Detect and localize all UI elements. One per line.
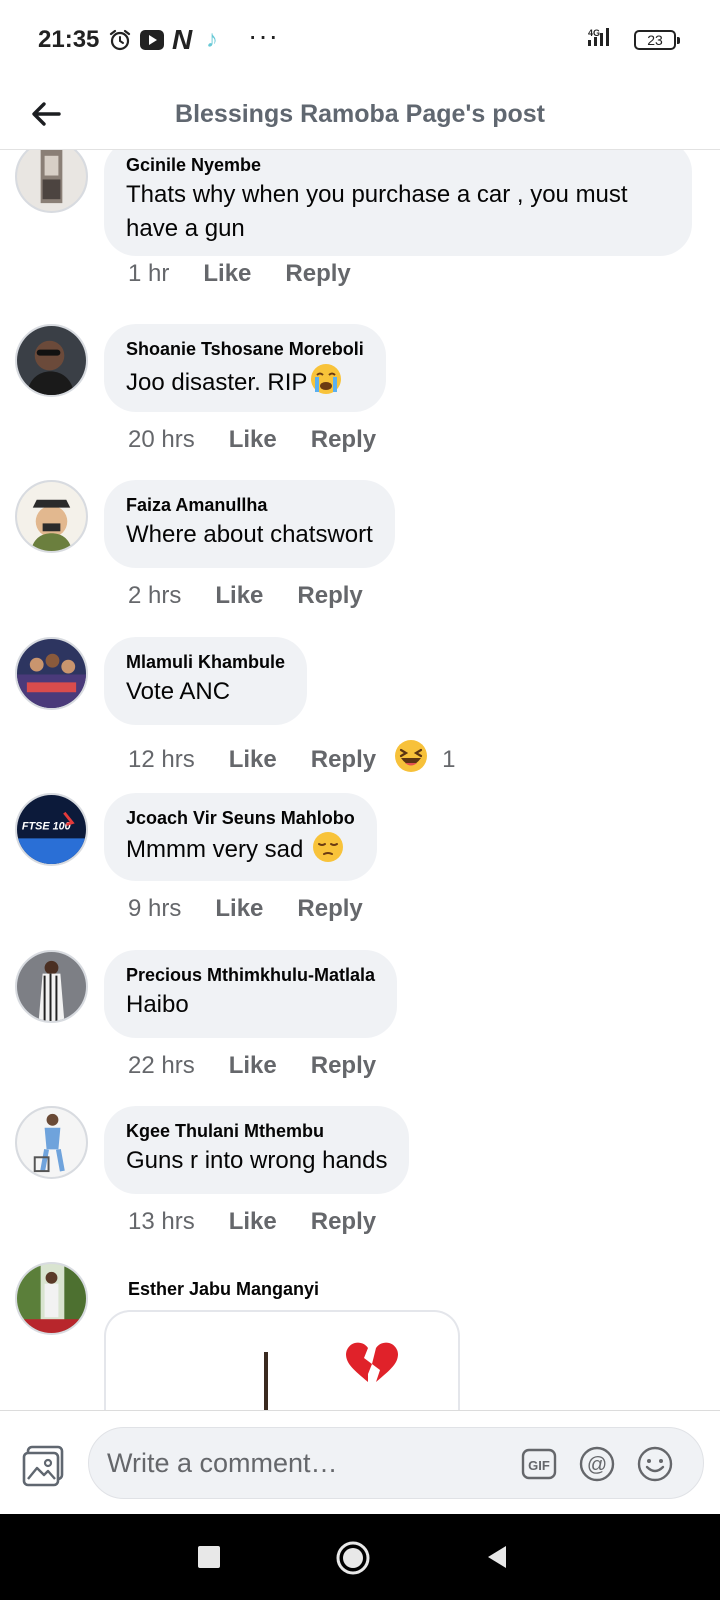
reply-button[interactable]: Reply — [297, 895, 362, 923]
comment-text: Where about chatswort — [126, 521, 373, 548]
comment-input[interactable] — [107, 1442, 507, 1484]
comment-text: Thats why when you purchase a car , you … — [126, 181, 628, 242]
status-time: 21:35 — [38, 26, 100, 53]
reaction-count: 1 — [442, 745, 456, 773]
pensive-face-icon — [312, 831, 344, 873]
like-button[interactable]: Like — [229, 1208, 277, 1236]
comment-time[interactable]: 9 hrs — [128, 895, 181, 923]
comment-bubble[interactable]: Shoanie Tshosane Moreboli Joo disaster. … — [104, 324, 386, 412]
comment-actions: 20 hrs Like Reply — [128, 426, 376, 454]
avatar-ftse-text: FTSE 100 — [22, 821, 71, 833]
like-button[interactable]: Like — [215, 582, 263, 610]
commenter-name[interactable]: Esther Jabu Manganyi — [128, 1278, 319, 1300]
commenter-name[interactable]: Kgee Thulani Mthembu — [126, 1120, 387, 1142]
netflix-icon: N — [172, 24, 193, 55]
commenter-name[interactable]: Gcinile Nyembe — [126, 154, 670, 176]
youtube-icon — [140, 30, 164, 50]
comment-text: Joo disaster. RIP — [126, 362, 364, 406]
comment-actions: 12 hrs Like Reply 1 — [128, 739, 455, 780]
comment-time[interactable]: 13 hrs — [128, 1208, 195, 1236]
reply-button[interactable]: Reply — [285, 260, 350, 288]
broken-heart-sticker-icon — [264, 1342, 398, 1410]
comment-bubble[interactable]: Jcoach Vir Seuns Mahlobo Mmmm very sad — [104, 793, 377, 881]
comment-actions: 9 hrs Like Reply — [128, 895, 363, 923]
comment-text: Vote ANC — [126, 678, 231, 705]
reply-button[interactable]: Reply — [311, 746, 376, 774]
comment-bubble[interactable]: Kgee Thulani Mthembu Guns r into wrong h… — [104, 1106, 410, 1194]
avatar[interactable] — [15, 480, 88, 553]
triangle-back-icon — [488, 1546, 506, 1568]
photo-icon — [22, 1445, 64, 1487]
like-button[interactable]: Like — [215, 895, 263, 923]
like-button[interactable]: Like — [229, 746, 277, 774]
page-title: Blessings Ramoba Page's post — [175, 100, 545, 128]
avatar[interactable] — [15, 950, 88, 1023]
comment-bubble[interactable]: Gcinile Nyembe Thats why when you purcha… — [104, 150, 692, 256]
comment-bubble[interactable]: Faiza Amanullha Where about chatswort — [104, 480, 395, 568]
commenter-name[interactable]: Mlamuli Khambule — [126, 651, 285, 673]
comments-list[interactable]: Gcinile Nyembe Thats why when you purcha… — [0, 150, 720, 1410]
post-header: Blessings Ramoba Page's post — [0, 80, 720, 150]
comment-text: Mmmm very sad — [126, 831, 355, 873]
comment-bubble[interactable]: Mlamuli Khambule Vote ANC — [104, 637, 308, 725]
alarm-icon — [108, 28, 132, 57]
mention-button[interactable]: @ — [579, 1446, 615, 1482]
reply-button[interactable]: Reply — [311, 1052, 376, 1080]
reply-button[interactable]: Reply — [297, 582, 362, 610]
back-nav-button[interactable] — [480, 1540, 514, 1574]
comment-field[interactable]: GIF @ — [88, 1427, 704, 1499]
commenter-name[interactable]: Faiza Amanullha — [126, 494, 373, 516]
comment-time[interactable]: 12 hrs — [128, 746, 195, 774]
mention-label: @ — [587, 1454, 607, 1476]
commenter-name[interactable]: Jcoach Vir Seuns Mahlobo — [126, 807, 355, 829]
comment-time[interactable]: 20 hrs — [128, 426, 195, 454]
comment-bubble[interactable]: Precious Mthimkhulu-Matlala Haibo — [104, 950, 398, 1038]
tiktok-icon: ♪ — [206, 26, 218, 53]
comment-time[interactable]: 1 hr — [128, 260, 169, 288]
gif-label: GIF — [528, 1458, 550, 1473]
home-circle-icon — [336, 1541, 370, 1575]
avatar[interactable] — [15, 1262, 88, 1335]
reply-button[interactable]: Reply — [311, 426, 376, 454]
commenter-name[interactable]: Shoanie Tshosane Moreboli — [126, 338, 364, 360]
avatar[interactable] — [15, 324, 88, 397]
avatar[interactable] — [15, 637, 88, 710]
status-bar: 21:35 N ♪ ··· 4G 23 — [0, 0, 720, 80]
comment-time[interactable]: 2 hrs — [128, 582, 181, 610]
reply-button[interactable]: Reply — [311, 1208, 376, 1236]
sticker-attachment[interactable] — [104, 1310, 460, 1410]
comment-actions: 22 hrs Like Reply — [128, 1052, 376, 1080]
like-button[interactable]: Like — [229, 1052, 277, 1080]
home-button[interactable] — [335, 1540, 371, 1576]
avatar[interactable] — [15, 1106, 88, 1179]
comment-text: Haibo — [126, 991, 189, 1018]
photo-button[interactable] — [22, 1443, 66, 1487]
comment-actions: 1 hr Like Reply — [128, 260, 351, 288]
reaction-summary[interactable]: 1 — [394, 739, 455, 780]
system-navigation-bar — [0, 1514, 720, 1600]
crying-face-icon — [309, 362, 343, 406]
comment-text-body: Joo disaster. RIP — [126, 369, 308, 396]
emoji-button[interactable] — [637, 1446, 673, 1482]
laughing-reaction-icon — [394, 739, 428, 780]
comment-text-body: Mmmm very sad — [126, 836, 304, 863]
signal-icon — [586, 26, 612, 53]
battery-icon: 23 — [634, 30, 680, 50]
avatar[interactable] — [15, 150, 88, 213]
comment-text: Guns r into wrong hands — [126, 1147, 388, 1174]
comment-actions: 2 hrs Like Reply — [128, 582, 363, 610]
comment-actions: 13 hrs Like Reply — [128, 1208, 376, 1236]
comment-composer: GIF @ — [0, 1410, 720, 1514]
comment-time[interactable]: 22 hrs — [128, 1052, 195, 1080]
smiley-icon — [637, 1446, 673, 1482]
more-notifications-icon: ··· — [248, 20, 279, 51]
like-button[interactable]: Like — [203, 260, 251, 288]
gif-button[interactable]: GIF — [521, 1446, 557, 1482]
like-button[interactable]: Like — [229, 426, 277, 454]
avatar[interactable]: FTSE 100 — [15, 793, 88, 866]
recent-apps-button[interactable] — [192, 1540, 226, 1574]
commenter-name[interactable]: Precious Mthimkhulu-Matlala — [126, 964, 375, 986]
square-icon — [198, 1546, 220, 1568]
